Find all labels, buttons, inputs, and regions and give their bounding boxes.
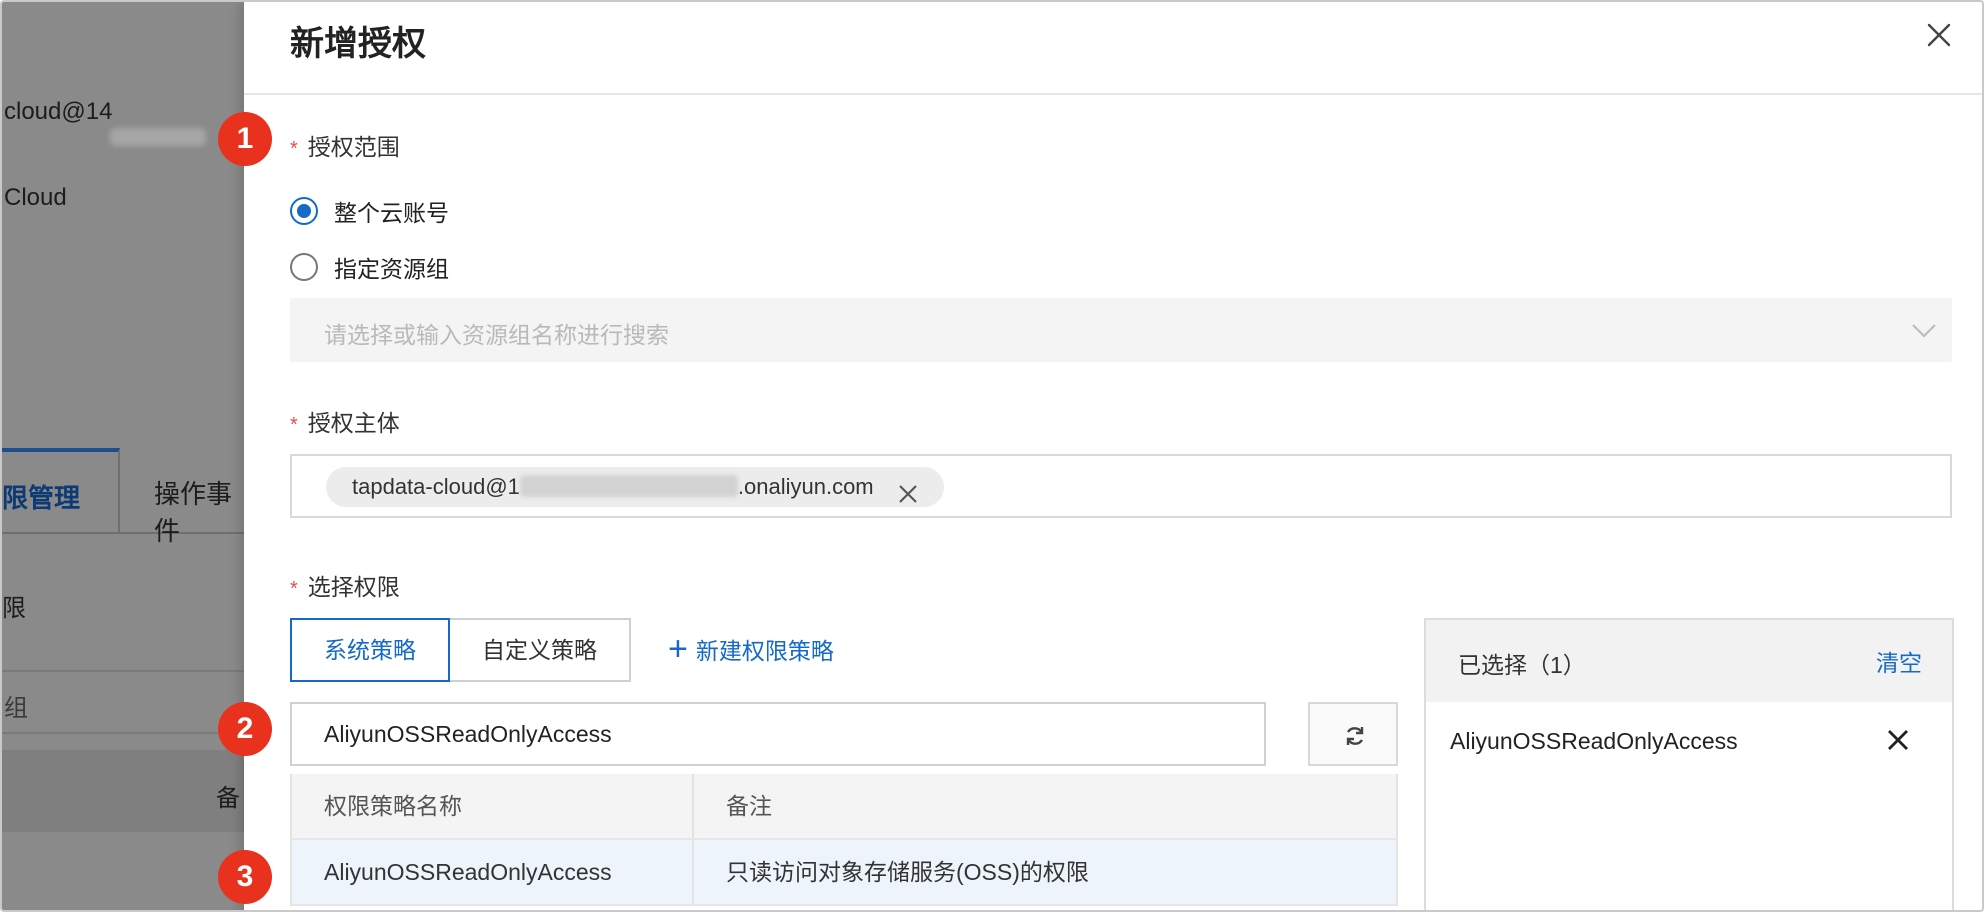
principal-tag: tapdata-cloud@1 .onaliyun.com [326,467,944,507]
principal-label: * 授权主体 [290,410,400,436]
selected-header: 已选择（1） 清空 [1426,620,1952,702]
background-input[interactable] [2,670,244,734]
blurred-account-id [519,475,738,497]
dialog-title: 新增授权 [290,25,426,63]
radio-unchecked-icon[interactable] [290,253,318,281]
scope-label: * 授权范围 [290,134,400,160]
selected-item: AliyunOSSReadOnlyAccess [1426,702,1952,786]
policy-note-cell: 只读访问对象存储服务(OSS)的权限 [692,840,1398,904]
account-line: cloud@14 [4,98,113,125]
background-tab-permission-management[interactable]: 限管理 [2,448,120,534]
selected-title: 已选择（1） [1458,652,1586,678]
blurred-account-id [110,128,206,146]
remove-icon[interactable] [1886,728,1910,752]
policy-table: 权限策略名称 备注 AliyunOSSReadOnlyAccess 只读访问对象… [290,774,1398,906]
selected-panel: 已选择（1） 清空 AliyunOSSReadOnlyAccess [1424,618,1954,910]
resource-group-placeholder: 请选择或输入资源组名称进行搜索 [324,322,669,348]
column-header-note: 备注 [692,774,1398,838]
refresh-button[interactable] [1308,702,1398,766]
annotation-badge-3: 3 [218,850,272,904]
column-header-policy-name: 权限策略名称 [290,774,692,838]
radio-label: 整个云账号 [334,200,449,226]
radio-label: 指定资源组 [334,256,449,282]
background-text: 限 [2,595,26,622]
policy-type-tabs: 系统策略 自定义策略 [290,618,631,682]
radio-checked-icon[interactable] [290,197,318,225]
annotation-badge-2: 2 [218,702,272,756]
add-authorization-dialog: 新增授权 * 授权范围 整个云账号 指定资源组 请选择或输入资源组名称进行搜索 *… [244,2,1982,910]
cloud-label: Cloud [4,184,67,211]
principal-tag-input[interactable]: tapdata-cloud@1 .onaliyun.com [290,454,1952,518]
plus-icon: + [668,630,688,668]
radio-resource-group[interactable]: 指定资源组 [290,250,449,284]
chevron-down-icon [1910,318,1938,342]
required-mark: * [290,138,298,160]
policy-name-cell: AliyunOSSReadOnlyAccess [290,840,692,904]
table-header: 权限策略名称 备注 [290,774,1398,840]
background-tab-label: 限管理 [2,483,81,513]
dialog-header: 新增授权 [244,2,1982,95]
tab-custom-policy[interactable]: 自定义策略 [450,618,631,682]
radio-whole-account[interactable]: 整个云账号 [290,194,449,228]
table-row[interactable]: AliyunOSSReadOnlyAccess 只读访问对象存储服务(OSS)的… [290,840,1398,906]
required-mark: * [290,578,298,600]
background-page: cloud@14 Cloud 限管理 操作事件 限 组 备 [2,2,244,910]
background-tab-operation-events[interactable]: 操作事件 [154,474,244,548]
close-icon[interactable] [1924,20,1954,50]
new-policy-link[interactable]: + 新建权限策略 [668,632,834,666]
permissions-label: * 选择权限 [290,574,400,600]
required-mark: * [290,414,298,436]
refresh-icon [1346,727,1364,745]
resource-group-select: 请选择或输入资源组名称进行搜索 [290,298,1952,362]
clear-button[interactable]: 清空 [1876,644,1922,678]
annotation-badge-1: 1 [218,112,272,166]
screenshot-frame: cloud@14 Cloud 限管理 操作事件 限 组 备 新增授权 * 授权范围… [0,0,1984,912]
tab-system-policy[interactable]: 系统策略 [290,618,450,682]
policy-search-input[interactable]: AliyunOSSReadOnlyAccess [290,702,1266,766]
background-input-text: 组 [4,695,28,722]
selected-item-name: AliyunOSSReadOnlyAccess [1450,728,1738,754]
background-table-header-text: 备 [216,785,240,812]
background-table-header [2,750,244,832]
tag-remove-icon[interactable] [898,477,918,503]
